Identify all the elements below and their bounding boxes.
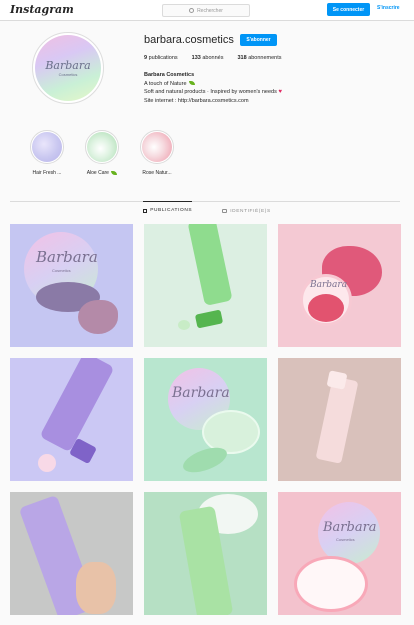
post-bottle-image: [315, 376, 359, 464]
bio-name: Barbara Cosmetics: [144, 72, 195, 78]
instagram-logo[interactable]: Instagram: [10, 3, 74, 16]
avatar-brand-subtext: Cosmetics: [58, 71, 78, 77]
search-icon: [189, 8, 195, 13]
post-brand-text: Barbara: [310, 280, 348, 290]
highlight-image: [32, 132, 62, 162]
post-brand-subtext: Cosmetics: [336, 537, 355, 542]
stat-followers[interactable]: 133 abonnés: [192, 55, 224, 61]
post-thumbnail[interactable]: Barbara Cosmetics: [10, 224, 133, 347]
follow-button[interactable]: S'abonner: [240, 34, 277, 46]
signup-link[interactable]: S'inscrire: [377, 5, 400, 11]
highlight-image: [142, 132, 172, 162]
post-brand-subtext: Cosmetics: [52, 268, 71, 273]
highlight-rose-nature[interactable]: Rose Natur...: [138, 130, 176, 176]
post-thumbnail[interactable]: [144, 492, 267, 615]
leaf-icon: [111, 170, 118, 175]
highlight-label: Aloe Care: [87, 170, 118, 176]
post-brush-image: [78, 300, 118, 334]
bio-line-2: Soft and natural products · Inspired by …: [144, 89, 282, 95]
post-thumbnail[interactable]: [10, 492, 133, 615]
stat-publications: 9 publications: [144, 55, 178, 61]
avatar-brand-text: Barbara: [45, 58, 91, 72]
stat-following[interactable]: 318 abonnements: [237, 55, 281, 61]
bio-line-1: A touch of Nature: [144, 80, 282, 89]
search-input[interactable]: Rechercher: [162, 4, 250, 17]
highlight-label: Hair Fresh ...: [32, 170, 62, 176]
profile-stats: 9 publications 133 abonnés 318 abonnemen…: [144, 55, 282, 61]
grid-icon: [143, 208, 148, 213]
tag-icon: [222, 209, 228, 213]
post-tube-image: [187, 224, 233, 306]
post-hand-image: [76, 562, 116, 614]
search-placeholder: Rechercher: [197, 7, 223, 14]
post-brand-text: Barbara: [36, 248, 98, 266]
highlight-label: Rose Natur...: [142, 170, 172, 176]
tab-tagged[interactable]: IDENTIFIÉ(E)S: [222, 202, 271, 220]
leaf-icon: [189, 81, 196, 86]
highlight-hair-fresh[interactable]: Hair Fresh ...: [28, 130, 66, 176]
post-jar-image: [294, 556, 368, 612]
highlight-ring[interactable]: [85, 130, 119, 164]
post-pump-image: [326, 370, 348, 390]
post-blush-pan: [308, 294, 344, 322]
post-cream-dot: [38, 454, 56, 472]
highlight-aloe-care[interactable]: Aloe Care: [83, 130, 121, 176]
story-highlights: Hair Fresh ... Aloe Care Rose Natur...: [28, 130, 176, 176]
tab-label: IDENTIFIÉ(E)S: [230, 208, 271, 214]
login-button[interactable]: Se connecter: [327, 3, 370, 16]
top-navbar: Instagram Rechercher Se connecter S'insc…: [0, 0, 414, 21]
tab-label: PUBLICATIONS: [150, 208, 193, 213]
post-thumbnail[interactable]: [144, 224, 267, 347]
avatar-logo-image: Barbara Cosmetics: [35, 35, 101, 101]
post-thumbnail[interactable]: Barbara: [144, 358, 267, 481]
post-thumbnail[interactable]: Barbara: [278, 224, 401, 347]
post-thumbnail[interactable]: Barbara Cosmetics: [278, 492, 401, 615]
post-brand-text: Barbara: [172, 385, 230, 401]
post-cap-image: [194, 309, 224, 329]
post-thumbnail[interactable]: [278, 358, 401, 481]
highlight-ring[interactable]: [140, 130, 174, 164]
highlight-image: [87, 132, 117, 162]
profile-bio: Barbara Cosmetics A touch of Nature Soft…: [144, 71, 282, 105]
profile-avatar[interactable]: Barbara Cosmetics: [32, 32, 104, 104]
tab-publications[interactable]: PUBLICATIONS: [143, 201, 193, 219]
profile-username: barbara.cosmetics: [144, 34, 234, 46]
post-gel-smear: [179, 442, 231, 478]
post-gel-image: [178, 320, 190, 330]
post-brand-text: Barbara: [323, 520, 377, 535]
heart-icon: ♥: [278, 89, 282, 95]
highlight-ring[interactable]: [30, 130, 64, 164]
profile-tabs: PUBLICATIONS IDENTIFIÉ(E)S: [0, 201, 414, 220]
post-thumbnail[interactable]: [10, 358, 133, 481]
posts-grid: Barbara Cosmetics Barbara Barbara Barbar…: [10, 224, 403, 615]
bio-website[interactable]: Site internet : http://barbara.cosmetics…: [144, 97, 282, 106]
